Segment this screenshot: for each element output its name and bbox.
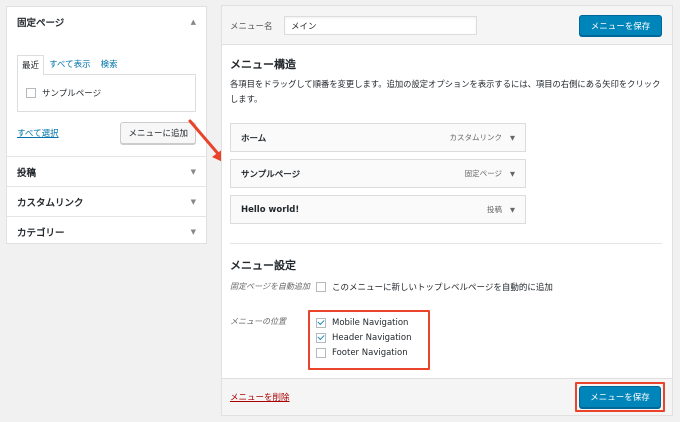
menu-item-type: 固定ページ [464,169,502,178]
menu-item[interactable]: ホーム カスタムリンク ▼ [230,123,526,152]
pages-section-header[interactable]: 固定ページ ▲ [7,7,206,37]
menu-structure-description: 各項目をドラッグして順番を変更します。追加の設定オプションを表示するには、項目の… [230,79,661,104]
menu-item-meta: 投稿 ▼ [487,204,515,215]
pages-list: サンプルページ [17,74,196,112]
expand-arrow-icon[interactable]: ▼ [510,134,515,142]
add-to-menu-button[interactable]: メニューに追加 [120,122,196,144]
auto-add-pages-option: このメニューに新しいトップレベルページを自動的に追加 [316,281,553,293]
menu-structure-title: メニュー構造 [230,58,296,71]
menu-editor-footer: メニューを削除 メニューを保存 [222,378,672,415]
menu-name-label: メニュー名 [230,22,273,32]
menu-settings-title: メニュー設定 [230,259,296,272]
tab-view-all[interactable]: すべて表示 [44,54,96,74]
expand-arrow-icon[interactable]: ▼ [191,198,196,206]
menu-item-type: カスタムリンク [449,133,503,142]
expand-arrow-icon[interactable]: ▼ [191,228,196,236]
pages-tabs: 最近 すべて表示 検索 [17,54,196,75]
location-header-option: Header Navigation [316,333,412,343]
menu-item-title: ホーム [241,133,267,144]
delete-menu-link[interactable]: メニューを削除 [230,391,290,403]
menu-location-label: メニューの位置 [230,317,286,326]
auto-add-pages-text: このメニューに新しいトップレベルページを自動的に追加 [332,283,553,293]
tab-search[interactable]: 検索 [96,54,123,74]
location-header-checkbox[interactable] [316,333,326,343]
save-menu-button-top[interactable]: メニューを保存 [579,15,662,36]
location-footer-label: Footer Navigation [332,348,408,358]
expand-arrow-icon[interactable]: ▼ [191,168,196,176]
location-header-label: Header Navigation [332,333,412,343]
menu-item-title: サンプルページ [241,169,301,180]
sample-page-label: サンプルページ [42,89,102,99]
location-mobile-option: Mobile Navigation [316,318,408,328]
posts-section-title: 投稿 [17,167,37,179]
auto-add-pages-label: 固定ページを自動追加 [230,282,310,291]
menu-item-meta: 固定ページ ▼ [465,168,515,179]
save-menu-button-bottom[interactable]: メニューを保存 [579,386,661,408]
categories-section-title: カテゴリー [17,227,65,239]
custom-links-section-title: カスタムリンク [17,197,84,209]
pages-section-title: 固定ページ [17,18,65,29]
add-menu-items-accordion: 固定ページ ▲ 最近 すべて表示 検索 サンプルページ すべて選択 メニューに追… [6,6,207,244]
auto-add-pages-checkbox[interactable] [316,282,326,292]
collapse-arrow-icon[interactable]: ▲ [191,18,196,26]
select-all-link[interactable]: すべて選択 [17,127,59,139]
menu-editor-header: メニュー名 メイン メニューを保存 [222,6,672,45]
menu-item-type: 投稿 [487,205,502,214]
location-footer-option: Footer Navigation [316,348,408,358]
custom-links-section-header[interactable]: カスタムリンク ▼ [7,186,206,216]
pages-section-body: 最近 すべて表示 検索 サンプルページ すべて選択 メニューに追加 [7,37,206,156]
sample-page-checkbox[interactable] [26,88,36,98]
pages-actions: すべて選択 メニューに追加 [17,122,196,144]
menu-item[interactable]: Hello world! 投稿 ▼ [230,195,526,224]
location-footer-checkbox[interactable] [316,348,326,358]
location-mobile-label: Mobile Navigation [332,318,409,328]
location-mobile-checkbox[interactable] [316,318,326,328]
menu-editor-panel: メニュー名 メイン メニューを保存 メニュー構造 各項目をドラッグして順番を変更… [221,5,673,416]
menu-item-title: Hello world! [241,204,300,215]
section-divider [230,243,662,244]
expand-arrow-icon[interactable]: ▼ [510,206,515,214]
menu-item[interactable]: サンプルページ 固定ページ ▼ [230,159,526,188]
menu-item-meta: カスタムリンク ▼ [450,132,516,143]
expand-arrow-icon[interactable]: ▼ [510,170,515,178]
posts-section-header[interactable]: 投稿 ▼ [7,156,206,186]
tab-recent[interactable]: 最近 [17,55,45,75]
categories-section-header[interactable]: カテゴリー ▼ [7,216,206,246]
menu-name-input[interactable]: メイン [284,16,477,35]
